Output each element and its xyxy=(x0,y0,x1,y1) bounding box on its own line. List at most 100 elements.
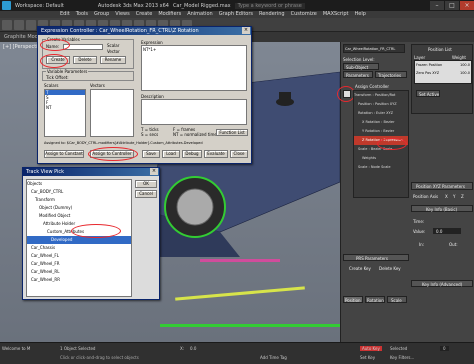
controller-tree-item[interactable]: Rotation : Euler XYZ xyxy=(354,109,408,118)
scale-button[interactable]: Scale xyxy=(387,296,407,303)
menu-item-tools[interactable]: Tools xyxy=(76,11,88,18)
function-list-button[interactable]: Function List xyxy=(216,129,248,136)
menu-item-create[interactable]: Create xyxy=(136,11,153,18)
assign-controller-rollout[interactable]: Assign Controller xyxy=(355,84,389,89)
track-tree-item[interactable]: Car_BODY_CTRL xyxy=(27,188,131,196)
menu-item-help[interactable]: Help xyxy=(355,11,366,18)
position-list-row[interactable]: Zero Pos XYZ 100.0 xyxy=(415,69,471,77)
set-active-button[interactable]: Set Active xyxy=(416,90,440,97)
track-view-title: Track View Pick xyxy=(26,169,65,175)
sub-object-button[interactable]: Sub-Object xyxy=(343,63,379,70)
app-logo-icon[interactable] xyxy=(2,1,11,10)
menu-item-animation[interactable]: Animation xyxy=(187,11,213,18)
controller-tree-item[interactable]: Position : Position XYZ xyxy=(354,100,408,109)
track-tree-item[interactable]: Car_Wheel_FR xyxy=(27,260,131,268)
track-tree-item[interactable]: Modified Object xyxy=(27,212,131,220)
menu-item-customize[interactable]: Customize xyxy=(291,11,317,18)
assign-constant-button[interactable]: Assign to Constant xyxy=(44,150,84,158)
position-list-row[interactable]: Frozen Position 100.0 xyxy=(415,61,471,69)
dialog-close-icon[interactable]: × xyxy=(242,27,250,34)
file-name: Car_Model Rigged.max xyxy=(172,2,231,9)
key-info-basic-rollout[interactable]: Key Info (Basic) xyxy=(411,205,473,212)
value-spinner[interactable]: 0.0 xyxy=(433,228,461,234)
dialog-title-bar[interactable]: Expression Controller : Car_WheelRotatio… xyxy=(38,27,251,35)
rename-button[interactable]: Rename xyxy=(100,56,126,64)
redo-icon[interactable] xyxy=(14,20,24,30)
menu-item-maxscript[interactable]: MAXScript xyxy=(323,11,349,18)
delete-button[interactable]: Delete xyxy=(73,56,97,64)
position-button[interactable]: Position xyxy=(343,296,363,303)
axis-z-button[interactable]: Z xyxy=(461,194,464,199)
status-bar: Welcome to M 1 Object Selected Click or … xyxy=(0,342,474,364)
controller-tree-item[interactable]: Y Rotation : Bezier xyxy=(354,127,408,136)
key-info-advanced-rollout[interactable]: Key Info (Advanced) xyxy=(411,280,473,287)
close-button[interactable]: × xyxy=(460,1,474,10)
menu-item-views[interactable]: Views xyxy=(115,11,129,18)
load-button[interactable]: Load xyxy=(162,150,180,158)
track-tree-item[interactable]: Car_Wheel_RL xyxy=(27,268,131,276)
set-key-button[interactable]: Set Key xyxy=(360,355,375,360)
track-tree-item[interactable]: Transform xyxy=(27,196,131,204)
frame-field[interactable]: 0 xyxy=(440,346,449,351)
track-tree-item[interactable]: Developed xyxy=(27,236,131,244)
expression-textarea[interactable]: NT*1+ xyxy=(141,45,247,91)
evaluate-button[interactable]: Evaluate xyxy=(204,150,228,158)
link-icon[interactable] xyxy=(26,20,36,30)
workspace-dropdown[interactable]: Workspace: Default xyxy=(15,3,64,9)
object-name: Car_WheelRotation_FR_CTRL xyxy=(345,47,396,51)
position-xyz-rollout[interactable]: Position XYZ Parameters xyxy=(411,182,473,190)
scalars-list[interactable]: T S F NT xyxy=(44,89,86,137)
welcome-text: Welcome to M xyxy=(2,346,31,351)
highlight-name-field xyxy=(40,39,70,51)
legend-secs: S = secs xyxy=(141,132,159,137)
controller-tree-item[interactable]: Transform : Position/Rot xyxy=(354,91,408,100)
close-dialog-button[interactable]: Close xyxy=(230,150,248,158)
track-view-title-bar[interactable]: Track View Pick × xyxy=(23,168,159,176)
axis-x-button[interactable]: X xyxy=(445,194,448,199)
vectors-list[interactable] xyxy=(90,89,134,137)
prs-parameters-rollout[interactable]: PRS Parameters xyxy=(343,254,409,261)
search-input[interactable]: Type a keyword or phrase xyxy=(234,2,305,9)
track-tree[interactable]: Objects Car_BODY_CTRL Transform Object (Dum… xyxy=(26,179,132,297)
menu-item-group[interactable]: Group xyxy=(94,11,109,18)
rotation-button[interactable]: Rotation xyxy=(365,296,385,303)
description-textarea[interactable] xyxy=(141,99,247,125)
track-tree-item[interactable]: Car_Wheel_FL xyxy=(27,252,131,260)
auto-key-button[interactable]: Auto Key xyxy=(360,346,382,351)
track-tree-item[interactable]: Object (Dummy) xyxy=(27,204,131,212)
menu-item-modifiers[interactable]: Modifiers xyxy=(158,11,181,18)
object-name-field[interactable]: Car_WheelRotation_FR_CTRL xyxy=(343,44,405,53)
debug-button[interactable]: Debug xyxy=(182,150,202,158)
x-coord-label: X: xyxy=(180,346,185,351)
parameters-tab-label: Parameters xyxy=(346,73,369,78)
controller-tree-item[interactable]: X Rotation : Bezier xyxy=(354,118,408,127)
minimize-button[interactable]: – xyxy=(430,1,444,10)
track-view-close-icon[interactable]: × xyxy=(150,168,158,175)
controller-tree-item[interactable]: Scale : Node Scale xyxy=(354,163,408,172)
layer-weight: 100.0 xyxy=(459,71,470,75)
controller-tree-item[interactable]: Weights xyxy=(354,154,408,163)
position-list-box[interactable]: Frozen Position 100.0 Zero Pos XYZ 100.0 xyxy=(414,60,472,84)
undo-icon[interactable] xyxy=(2,20,12,30)
scalar-item[interactable]: NT xyxy=(45,105,85,110)
trajectories-tab[interactable]: Trajectories xyxy=(375,71,407,78)
vector-radio[interactable]: Vector xyxy=(107,49,120,54)
cancel-button[interactable]: Cancel xyxy=(135,190,157,198)
parameters-tab[interactable]: Parameters xyxy=(343,71,373,78)
add-time-tag[interactable]: Add Time Tag xyxy=(260,355,287,360)
ok-button[interactable]: OK xyxy=(135,180,157,188)
track-tree-item[interactable]: Car_Wheel_RR xyxy=(27,276,131,284)
maximize-button[interactable]: □ xyxy=(445,1,459,10)
value-label: Value: xyxy=(413,229,426,234)
scalar-radio[interactable]: Scalar xyxy=(107,43,119,48)
axis-y-button[interactable]: Y xyxy=(453,194,455,199)
key-filters-button[interactable]: Key Filters... xyxy=(390,355,414,360)
track-tree-item[interactable]: Car_Chassis xyxy=(27,244,131,252)
save-button[interactable]: Save xyxy=(142,150,160,158)
menu-item-rendering[interactable]: Rendering xyxy=(259,11,285,18)
selected-dropdown[interactable]: Selected xyxy=(390,346,407,351)
menu-item-graph-editors[interactable]: Graph Editors xyxy=(219,11,253,18)
menu-item-edit[interactable]: Edit xyxy=(60,11,70,18)
legend-normalized-time: NT = normalized time xyxy=(173,132,217,137)
track-tree-item[interactable]: Objects xyxy=(27,180,131,188)
